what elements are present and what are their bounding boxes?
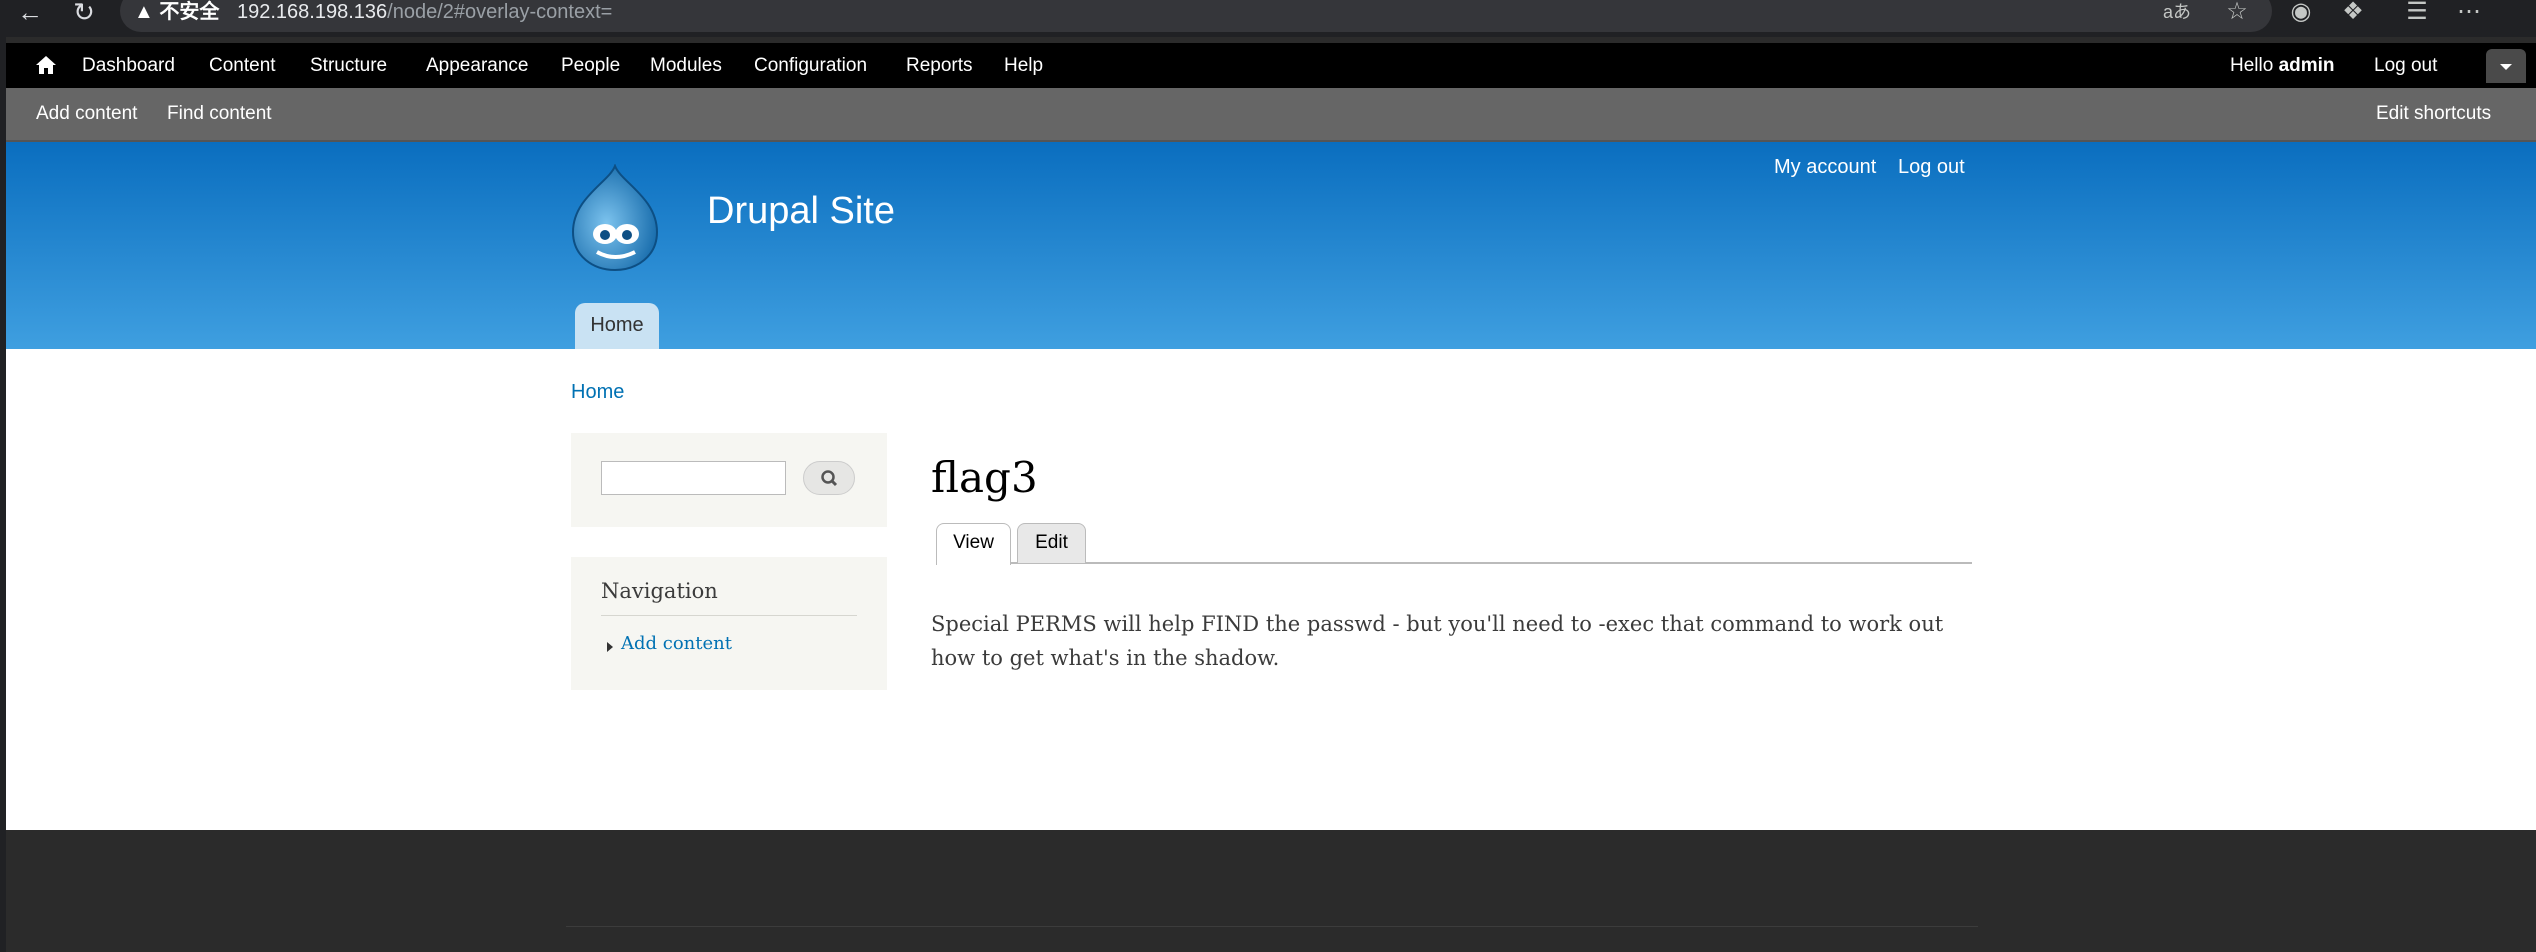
divider [601, 615, 857, 616]
translate-icon[interactable]: aあ [2160, 0, 2194, 26]
browser-toolbar: ← ↻ ▲ 不安全 192.168.198.136/node/2#overlay… [0, 0, 2536, 37]
edit-shortcuts-link[interactable]: Edit shortcuts [2376, 88, 2491, 140]
shortcut-find-content[interactable]: Find content [167, 88, 272, 140]
url-path: /node/2#overlay-context= [387, 1, 613, 23]
warning-icon: ▲ [134, 1, 154, 23]
toolbar-item-structure[interactable]: Structure [310, 43, 387, 88]
reload-icon[interactable]: ↻ [66, 0, 102, 26]
chevron-down-icon [2500, 64, 2512, 70]
more-menu-icon[interactable]: ⋯ [2452, 0, 2486, 26]
toolbar-item-people[interactable]: People [561, 43, 620, 88]
page-title: flag3 [931, 453, 1038, 502]
url-host: 192.168.198.136 [237, 1, 388, 23]
node-body: Special PERMS will help FIND the passwd … [931, 612, 1944, 670]
breadcrumb-home-link[interactable]: Home [571, 381, 624, 404]
shortcut-add-content[interactable]: Add content [36, 88, 137, 140]
toolbar-item-configuration[interactable]: Configuration [754, 43, 867, 88]
navigation-title: Navigation [601, 579, 718, 603]
toolbar-item-dashboard[interactable]: Dashboard [82, 43, 175, 88]
main-menu-home[interactable]: Home [575, 303, 659, 349]
extensions-puzzle-icon[interactable]: ❖ [2336, 0, 2370, 26]
search-icon [821, 470, 838, 487]
toolbar-logout[interactable]: Log out [2374, 43, 2437, 88]
site-footer [6, 830, 2536, 952]
active-tab-gap [937, 562, 1010, 564]
security-warning[interactable]: ▲ 不安全 [134, 0, 219, 26]
home-icon[interactable] [34, 54, 58, 76]
username[interactable]: admin [2279, 55, 2335, 76]
drupal-logo[interactable] [569, 164, 661, 272]
hello-user: Hello admin [2230, 43, 2335, 88]
search-button[interactable] [803, 461, 855, 495]
tabs-divider [936, 562, 1972, 564]
site-name[interactable]: Drupal Site [707, 190, 895, 233]
site-header: Drupal Site My account Log out Home [6, 142, 2536, 349]
toolbar-item-reports[interactable]: Reports [906, 43, 973, 88]
nav-add-content-link[interactable]: Add content [621, 633, 732, 654]
main-content: Home Navigation Add content flag3 View E… [6, 349, 2536, 830]
footer-divider [566, 926, 1978, 927]
search-input[interactable] [601, 461, 786, 495]
shortcuts-toggle-button[interactable] [2486, 49, 2526, 83]
toolbar-item-appearance[interactable]: Appearance [426, 43, 528, 88]
hello-prefix: Hello [2230, 55, 2279, 76]
extension-record-icon[interactable]: ◉ [2284, 0, 2318, 26]
navigation-block: Navigation Add content [571, 557, 887, 690]
favorite-star-icon[interactable]: ☆ [2220, 0, 2254, 26]
toolbar-item-modules[interactable]: Modules [650, 43, 722, 88]
back-arrow-icon[interactable]: ← [12, 0, 48, 26]
toolbar-item-content[interactable]: Content [209, 43, 276, 88]
header-logout-link[interactable]: Log out [1898, 156, 1965, 179]
tab-view[interactable]: View [936, 523, 1011, 565]
triangle-right-icon [607, 642, 613, 652]
url-text[interactable]: 192.168.198.136/node/2#overlay-context= [237, 0, 612, 26]
admin-toolbar: Dashboard Content Structure Appearance P… [6, 43, 2536, 88]
toolbar-item-help[interactable]: Help [1004, 43, 1043, 88]
shortcuts-bar: Add content Find content Edit shortcuts [6, 88, 2536, 142]
my-account-link[interactable]: My account [1774, 156, 1876, 179]
search-block [571, 433, 887, 527]
tab-edit[interactable]: Edit [1017, 523, 1086, 563]
favorites-list-icon[interactable]: ☰ [2400, 0, 2434, 26]
